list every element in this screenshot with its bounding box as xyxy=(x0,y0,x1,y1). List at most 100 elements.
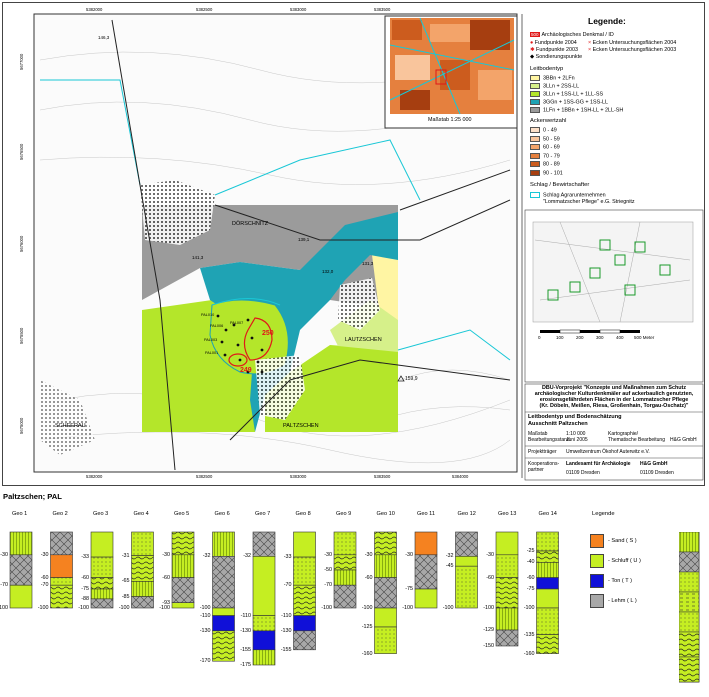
profile-name: Geo 8 xyxy=(295,511,311,517)
grid-label-top: 5383500 xyxy=(374,7,391,12)
overview-map xyxy=(532,221,694,323)
profile-name: Geo 9 xyxy=(336,511,352,517)
legend-swatch xyxy=(530,161,540,167)
monument-label-250: 250 xyxy=(262,330,274,337)
grid-label-top: 5383000 xyxy=(290,7,307,12)
profile-layer xyxy=(374,626,397,654)
inset-scale: Maßstab 1:25 000 xyxy=(428,117,472,123)
profile-layer xyxy=(495,577,519,609)
legend-row: 50 - 59 xyxy=(530,135,560,142)
profile-layer xyxy=(536,588,559,609)
legend-label: 70 - 79 xyxy=(543,152,560,159)
profile-layer xyxy=(455,556,478,567)
profile-layer xyxy=(50,577,73,586)
schlag-item: Schlag Agrarunternehmen xyxy=(530,192,606,198)
leitbodentyp-title: Leitbodentyp xyxy=(530,66,564,72)
profile-layer xyxy=(90,588,114,600)
profile-layer xyxy=(374,607,397,628)
profile-layer xyxy=(536,562,559,578)
legend-symbol-fund2003: ✱ Fundpunkte 2003 xyxy=(530,47,578,53)
probe-label: PAL007 xyxy=(230,321,244,325)
profile-layer xyxy=(536,634,559,654)
legend-label: 0 - 49 xyxy=(543,127,557,134)
profile-layer xyxy=(333,531,357,556)
legend-swatch xyxy=(530,144,540,150)
profile-layer xyxy=(374,554,397,578)
grid-label-top: 5382500 xyxy=(196,7,213,12)
legend-label: 80 - 89 xyxy=(543,161,560,168)
legend-label: 1LFn + 1BBn + 1SH-LL + 2LL-SH xyxy=(543,107,624,114)
legend-row: 70 - 79 xyxy=(530,152,560,159)
probe-label: PAL001 xyxy=(205,351,219,355)
schlag-item-line2: "Lommatzscher Pflege" e.G. Striegnitz xyxy=(543,199,635,205)
profile-name: Geo 6 xyxy=(214,511,230,517)
legend-swatch xyxy=(530,75,540,81)
scalebar-label: 100 xyxy=(556,335,564,340)
profile-layer xyxy=(131,531,154,556)
legend-row: 3LLn + 1SS-LL + 1LL-SS xyxy=(530,91,603,97)
schlag-title: Schlag / Bewirtschafter xyxy=(530,182,590,188)
profile-layer xyxy=(90,556,114,578)
legend-label: 3LLn + 1SS-LL + 1LL-SS xyxy=(543,91,604,98)
bearbeitung-label: Bearbeitungsstand xyxy=(528,437,570,443)
profile-layer xyxy=(333,584,357,609)
profile-layer xyxy=(90,531,114,558)
legend-row: 90 - 101 xyxy=(530,169,563,176)
profile-layer xyxy=(212,607,235,616)
grid-label-bottom: 5382500 xyxy=(196,474,213,479)
profile-layer xyxy=(171,531,195,556)
profile-layer xyxy=(333,569,357,586)
figure: DÖRSCHNITZ LAUTZSCHEN PALTZSCHEN SCHEERA… xyxy=(0,0,709,697)
profile-layer xyxy=(333,554,357,571)
soil-swatch xyxy=(590,574,604,588)
partner2: H&G GmbH xyxy=(640,461,668,467)
profile-name: Geo 5 xyxy=(174,511,190,517)
profile-name: Geo 14 xyxy=(538,511,557,517)
probe-label: PAL006 xyxy=(210,324,224,328)
profile-layer xyxy=(171,554,195,578)
elevation-label: 132,0 xyxy=(322,269,334,274)
grid-label-left: 5676500 xyxy=(19,143,24,160)
legend-label: 3GGn + 1SS-GG + 1SS-LL xyxy=(543,99,609,106)
red-dot-icon: ● xyxy=(530,40,534,46)
bearbeitung-value: Juni 2005 xyxy=(566,437,588,443)
profile-layer xyxy=(293,531,316,558)
scalebar-label: 500 Meter xyxy=(634,335,655,340)
profile-layer xyxy=(293,630,316,651)
profile-layer xyxy=(171,602,195,609)
profile-layer xyxy=(9,584,33,609)
legend-swatch xyxy=(530,91,540,97)
profile-layer xyxy=(50,531,73,556)
profile-name: Geo 4 xyxy=(133,511,149,517)
elevation-label: 131,3 xyxy=(362,261,374,266)
legend-swatch xyxy=(530,169,540,176)
profile-layer xyxy=(495,554,519,578)
grid-label-bottom: 5382000 xyxy=(86,474,103,479)
profile-layer xyxy=(495,531,519,556)
partner2-city: 01109 Dresden xyxy=(640,470,674,476)
legend-symbol-monument: 500 Archäologisches Denkmal / ID xyxy=(530,32,614,38)
profile-name: Geo 10 xyxy=(376,511,395,517)
grid-label-left: 5677000 xyxy=(19,53,24,70)
profile-layer xyxy=(495,629,519,647)
partner1-city: 01109 Dresden xyxy=(566,470,600,476)
legend-ecken-2003: × Ecken Untersuchungsflächen 2003 xyxy=(588,47,677,53)
grid-label-left: 5675000 xyxy=(19,417,24,434)
grid-label-bottom: 5383000 xyxy=(290,474,307,479)
pattern-key xyxy=(679,532,700,683)
monument-label-249: 249 xyxy=(240,367,252,374)
legend-label: 3LLn + 2SS-LL xyxy=(543,83,580,90)
legend-title: Legende: xyxy=(588,16,626,26)
profile-layer xyxy=(414,588,438,609)
grid-label-left: 5675500 xyxy=(19,327,24,344)
profile-name: Geo 11 xyxy=(417,511,435,517)
profile-layer xyxy=(252,649,276,666)
legend-swatch xyxy=(530,127,540,133)
soil-label: - Ton ( T ) xyxy=(608,578,632,584)
profile-layer xyxy=(90,598,114,609)
scalebar-label: 300 xyxy=(596,335,604,340)
profile-name: Geo 2 xyxy=(52,511,68,517)
legend-label: 3BBn + 2LFn xyxy=(543,75,575,82)
profile-layer xyxy=(455,565,478,609)
profile-layer xyxy=(131,596,154,609)
